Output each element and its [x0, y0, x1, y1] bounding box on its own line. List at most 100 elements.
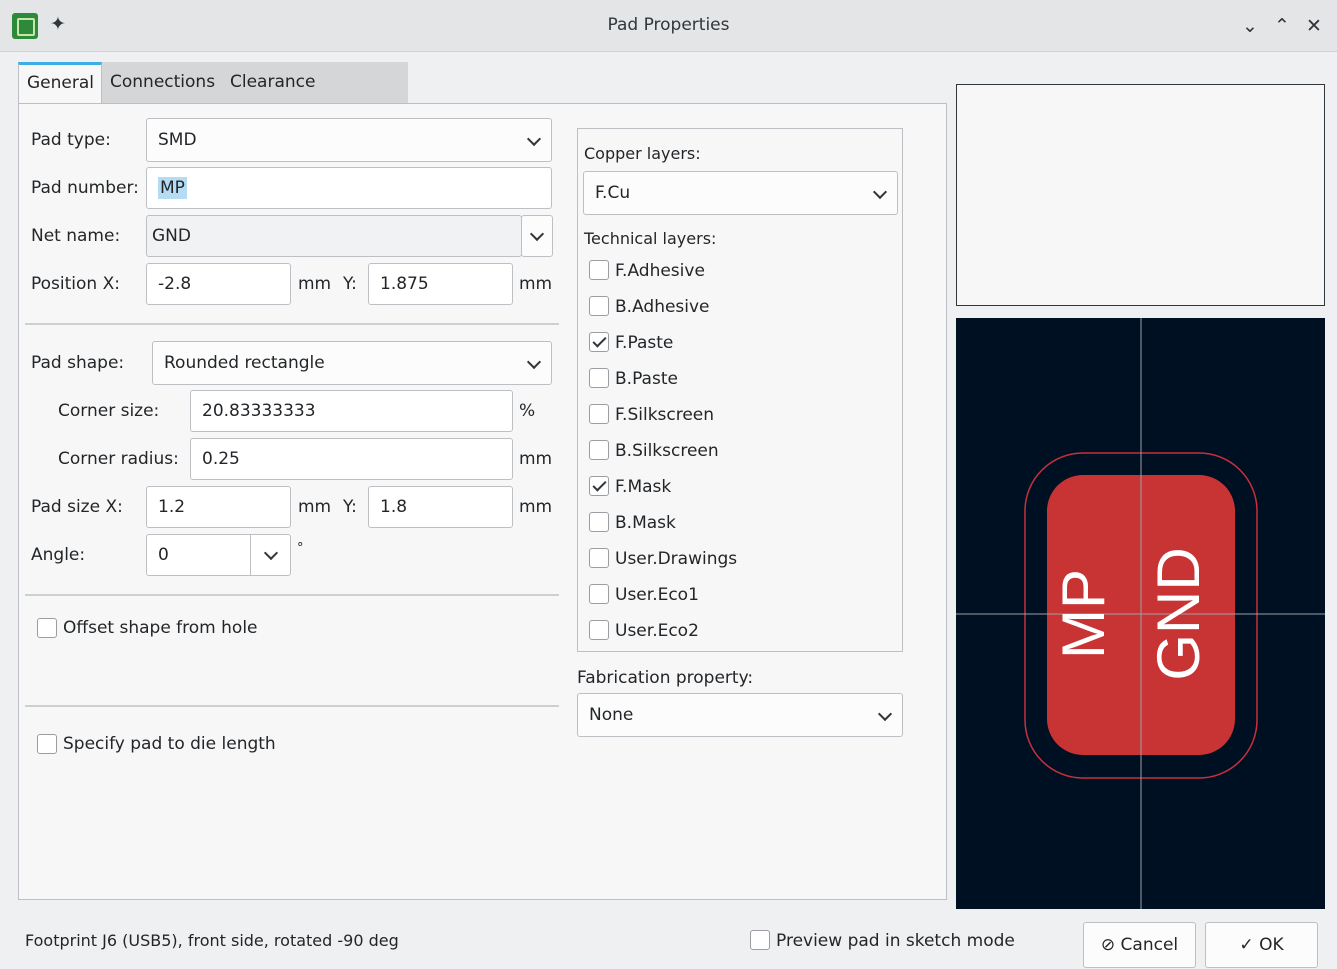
- chevron-down-icon: [529, 226, 545, 242]
- pad-shape-label: Pad shape:: [31, 353, 125, 373]
- offset-shape-checkbox[interactable]: [37, 618, 57, 638]
- layer-checkbox[interactable]: [589, 404, 609, 424]
- fabrication-property-label: Fabrication property:: [577, 668, 754, 688]
- separator: [25, 323, 559, 325]
- layer-label: F.Mask: [615, 477, 672, 497]
- angle-value: 0: [158, 545, 169, 565]
- pad-number-text: MP: [1050, 569, 1117, 659]
- layer-label: B.Adhesive: [615, 297, 710, 317]
- pad-size-x-label: Pad size X:: [31, 497, 123, 517]
- check-icon: ✓: [1239, 935, 1254, 955]
- layer-checkbox[interactable]: [589, 368, 609, 388]
- pad-type-select[interactable]: SMD: [146, 118, 552, 162]
- pad-preview-canvas[interactable]: MP GND: [956, 318, 1325, 909]
- chevron-down-icon: [526, 354, 542, 370]
- pad-size-y-input[interactable]: 1.8: [368, 486, 513, 528]
- cancel-label: Cancel: [1120, 935, 1179, 955]
- layer-label: B.Paste: [615, 369, 678, 389]
- angle-label: Angle:: [31, 545, 86, 565]
- layer-label: User.Eco2: [615, 621, 699, 641]
- tab-connections[interactable]: Connections: [102, 62, 222, 104]
- layer-checkbox[interactable]: [589, 620, 609, 640]
- layer-checkbox[interactable]: [589, 296, 609, 316]
- position-y-input[interactable]: 1.875: [368, 263, 513, 305]
- ok-button[interactable]: ✓ OK: [1205, 922, 1318, 968]
- layer-checkbox[interactable]: [589, 440, 609, 460]
- separator: [25, 594, 559, 596]
- layer-checkbox[interactable]: [589, 332, 609, 352]
- corner-size-label: Corner size:: [58, 401, 160, 421]
- angle-combo[interactable]: 0: [146, 534, 291, 576]
- position-x-input[interactable]: -2.8: [146, 263, 291, 305]
- sketch-mode-label: Preview pad in sketch mode: [776, 931, 1015, 951]
- divider: [250, 535, 251, 575]
- chevron-down-icon: [872, 184, 888, 200]
- layer-checkbox[interactable]: [589, 476, 609, 496]
- layer-label: B.Mask: [615, 513, 676, 533]
- pad-preview-drawing: MP GND: [956, 318, 1325, 909]
- pad-type-label: Pad type:: [31, 130, 111, 150]
- chevron-down-icon: [877, 706, 893, 722]
- layer-label: F.Silkscreen: [615, 405, 715, 425]
- pad-shape-value: Rounded rectangle: [164, 353, 325, 373]
- layer-checkbox[interactable]: [589, 548, 609, 568]
- corner-size-input[interactable]: 20.83333333: [190, 390, 513, 432]
- net-name-label: Net name:: [31, 226, 121, 246]
- copper-layers-select[interactable]: F.Cu: [583, 171, 898, 215]
- cancel-icon: ⊘: [1100, 935, 1116, 955]
- maximize-icon[interactable]: ⌃: [1269, 13, 1295, 39]
- fabrication-property-select[interactable]: None: [577, 693, 903, 737]
- status-text: Footprint J6 (USB5), front side, rotated…: [25, 931, 399, 950]
- position-y-value: 1.875: [380, 274, 429, 294]
- pad-size-y-label: Y:: [343, 497, 357, 517]
- pad-number-value: MP: [158, 177, 187, 199]
- pad-number-input[interactable]: MP: [146, 167, 552, 209]
- separator: [25, 705, 559, 707]
- chevron-down-icon: [526, 131, 542, 147]
- sketch-mode-checkbox[interactable]: [750, 930, 770, 950]
- corner-radius-value: 0.25: [202, 449, 240, 469]
- offset-shape-label: Offset shape from hole: [63, 618, 258, 638]
- pad-size-x-unit: mm: [298, 497, 332, 517]
- close-icon[interactable]: ✕: [1301, 13, 1327, 39]
- corner-size-value: 20.83333333: [202, 401, 316, 421]
- net-name-dropdown-button[interactable]: [521, 215, 553, 257]
- pad-type-value: SMD: [158, 130, 197, 150]
- corner-radius-label: Corner radius:: [58, 449, 179, 469]
- die-length-label: Specify pad to die length: [63, 734, 276, 754]
- pad-size-x-value: 1.2: [158, 497, 186, 517]
- layer-label: B.Silkscreen: [615, 441, 719, 461]
- corner-size-unit: %: [519, 401, 536, 421]
- layer-checkbox[interactable]: [589, 512, 609, 532]
- position-y-unit: mm: [519, 274, 553, 294]
- pad-size-y-unit: mm: [519, 497, 553, 517]
- position-y-label: Y:: [343, 274, 357, 294]
- pad-size-x-input[interactable]: 1.2: [146, 486, 291, 528]
- pad-net-text: GND: [1145, 547, 1212, 680]
- copper-layers-label: Copper layers:: [584, 144, 701, 163]
- fabrication-property-value: None: [589, 705, 634, 725]
- position-x-value: -2.8: [158, 274, 192, 294]
- die-length-checkbox[interactable]: [37, 734, 57, 754]
- pad-number-label: Pad number:: [31, 178, 139, 198]
- ok-label: OK: [1259, 935, 1284, 955]
- tab-clearance-overrides[interactable]: Clearance Overrides: [222, 62, 408, 132]
- cancel-button[interactable]: ⊘ Cancel: [1083, 922, 1196, 968]
- layer-checkbox[interactable]: [589, 584, 609, 604]
- net-name-input[interactable]: GND: [146, 215, 522, 257]
- layer-label: User.Drawings: [615, 549, 738, 569]
- chevron-down-icon[interactable]: [263, 545, 279, 561]
- copper-layers-value: F.Cu: [595, 183, 631, 203]
- corner-radius-input[interactable]: 0.25: [190, 438, 513, 480]
- layer-label: F.Adhesive: [615, 261, 705, 281]
- position-x-unit: mm: [298, 274, 332, 294]
- window-title: Pad Properties: [607, 15, 730, 35]
- angle-unit: °: [297, 541, 304, 556]
- tab-general[interactable]: General: [18, 62, 102, 104]
- pad-shape-select[interactable]: Rounded rectangle: [152, 341, 552, 385]
- net-name-value: GND: [152, 226, 191, 246]
- layer-label: User.Eco1: [615, 585, 699, 605]
- layer-checkbox[interactable]: [589, 260, 609, 280]
- minimize-icon[interactable]: ⌄: [1237, 13, 1263, 39]
- pad-size-y-value: 1.8: [380, 497, 408, 517]
